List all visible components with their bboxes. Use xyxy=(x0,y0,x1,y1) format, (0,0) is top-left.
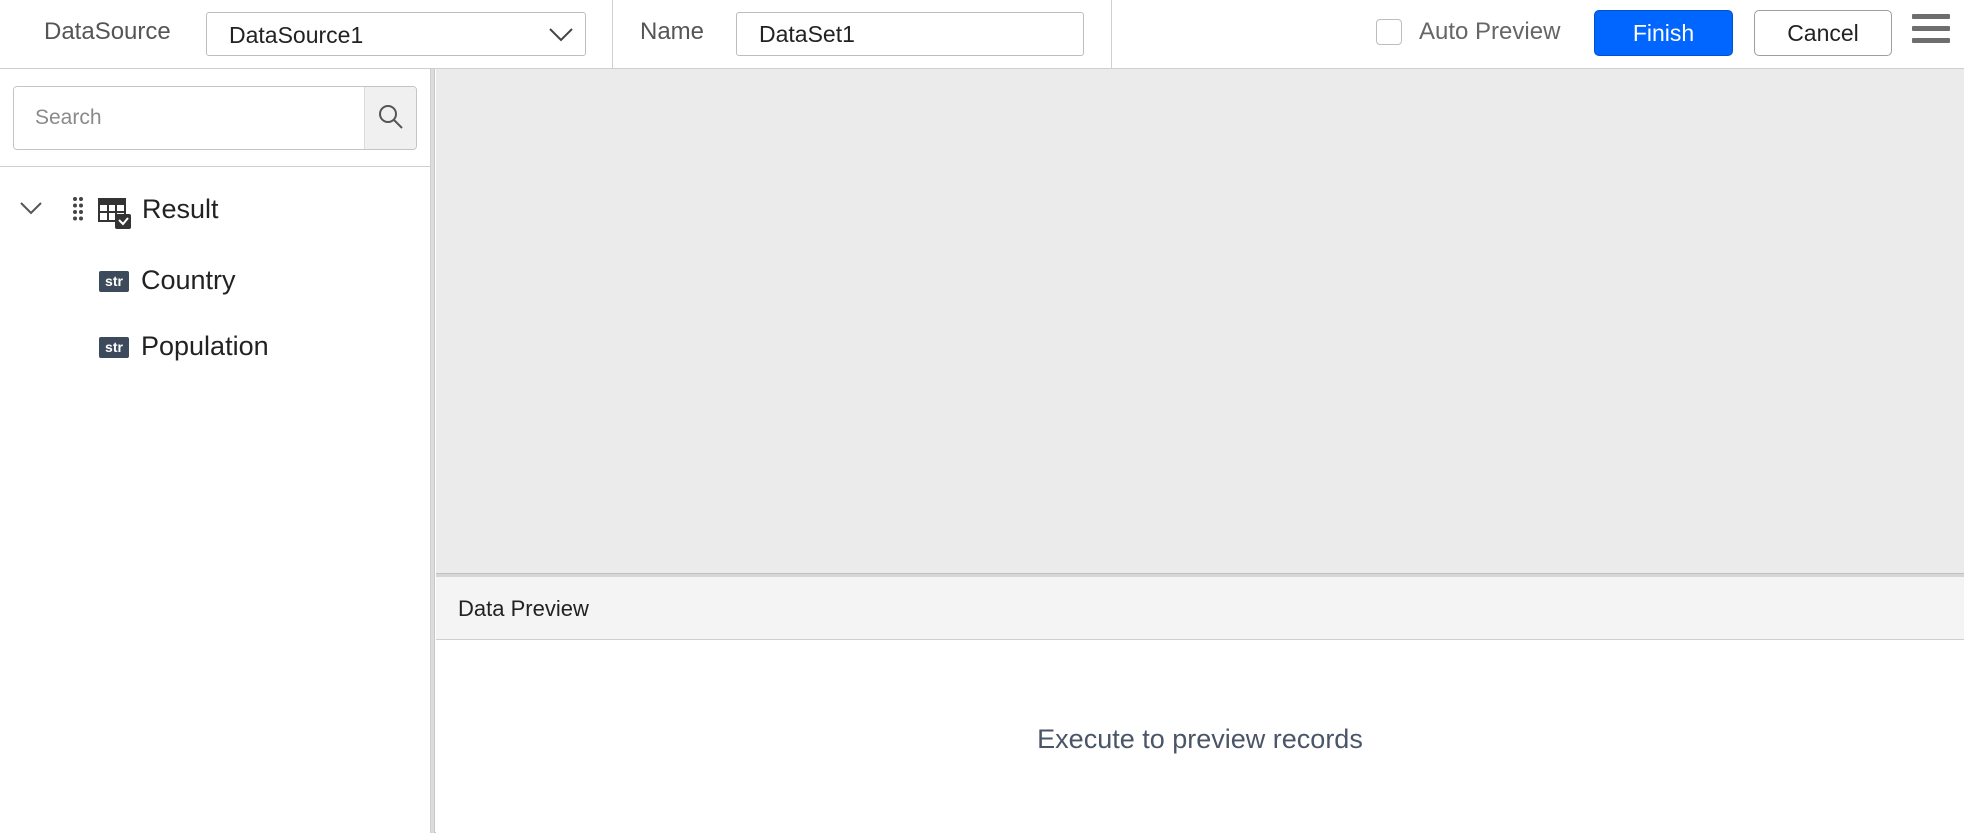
toolbar: DataSource DataSource1 Name Auto Preview… xyxy=(0,0,1964,69)
schema-panel: Result str Country str Population xyxy=(0,69,431,833)
chevron-down-icon xyxy=(549,28,573,42)
query-design-canvas[interactable] xyxy=(436,69,1964,574)
search-input[interactable] xyxy=(14,87,364,149)
toolbar-divider xyxy=(1111,0,1112,69)
search-icon xyxy=(379,105,403,129)
empty-preview-message: Execute to preview records xyxy=(1037,724,1363,754)
table-icon xyxy=(98,198,131,229)
toolbar-divider xyxy=(612,0,613,69)
name-label: Name xyxy=(640,18,705,45)
data-preview-title: Data Preview xyxy=(458,596,589,621)
data-preview-body: Execute to preview records xyxy=(436,640,1964,833)
panel-splitter[interactable] xyxy=(431,69,435,833)
auto-preview-checkbox[interactable] xyxy=(1376,19,1402,45)
search-button[interactable] xyxy=(364,87,416,149)
hamburger-icon[interactable] xyxy=(1912,14,1950,50)
chevron-down-icon[interactable] xyxy=(18,199,44,217)
string-type-icon: str xyxy=(99,337,129,358)
dataset-name-input[interactable] xyxy=(736,12,1084,56)
tree-field-population[interactable]: str Population xyxy=(0,322,431,372)
tree-field-country[interactable]: str Country xyxy=(0,256,431,306)
auto-preview-label[interactable]: Auto Preview xyxy=(1419,18,1560,46)
tree-node-result[interactable]: Result xyxy=(0,185,431,235)
search-box xyxy=(13,86,417,150)
data-preview-header: Data Preview xyxy=(436,577,1964,640)
string-type-icon: str xyxy=(99,271,129,292)
datasource-label: DataSource xyxy=(44,18,171,45)
datasource-dropdown[interactable]: DataSource1 xyxy=(206,12,586,56)
tree-field-label: Country xyxy=(141,265,236,295)
search-area xyxy=(0,69,431,167)
cancel-button[interactable]: Cancel xyxy=(1754,10,1892,56)
tree-field-label: Population xyxy=(141,331,269,361)
datasource-value: DataSource1 xyxy=(229,22,364,48)
drag-handle-icon[interactable] xyxy=(72,196,84,222)
finish-button[interactable]: Finish xyxy=(1594,10,1733,56)
tree-node-label: Result xyxy=(142,194,219,224)
